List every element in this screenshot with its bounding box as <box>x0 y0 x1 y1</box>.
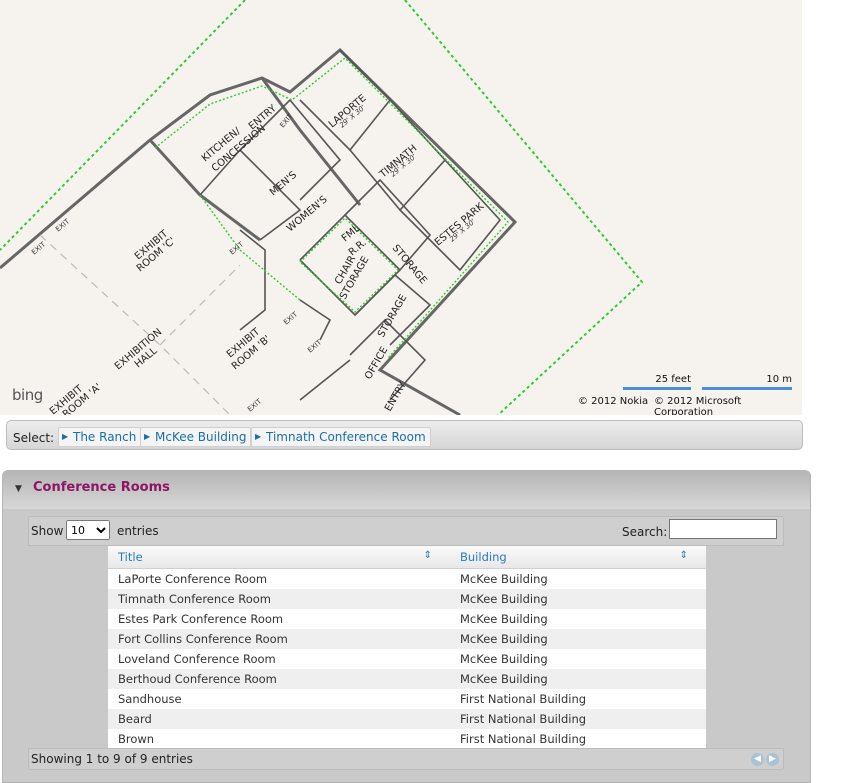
map-label-exit: EXIT <box>306 338 324 355</box>
scale-feet-label: 25 feet <box>655 374 691 385</box>
map-label-exit: EXIT <box>228 240 246 257</box>
column-building-label: Building <box>460 550 507 564</box>
sort-icon: ⇕ <box>423 550 432 561</box>
sort-icon: ⇕ <box>679 550 688 561</box>
copyright-nokia: © 2012 Nokia <box>578 396 649 407</box>
breadcrumb-label: Select: <box>13 431 55 445</box>
room-title-cell: Estes Park Conference Room <box>108 609 450 629</box>
building-cell: McKee Building <box>450 649 706 669</box>
map-label-storage-2: STORAGE <box>376 293 409 340</box>
table-row[interactable]: LaPorte Conference Room McKee Building <box>108 568 706 589</box>
building-cell: McKee Building <box>450 568 706 589</box>
search-input[interactable] <box>669 519 777 539</box>
scale-meters-label: 10 m <box>766 374 792 385</box>
table-row[interactable]: Berthoud Conference Room McKee Building <box>108 669 706 689</box>
breadcrumb-the-ranch[interactable]: ▶ The Ranch <box>58 427 142 447</box>
bing-logo: bing <box>12 386 43 404</box>
breadcrumb-item-label: Timnath Conference Room <box>266 430 426 444</box>
panel-header[interactable]: ▼ Conference Rooms <box>3 471 810 509</box>
entries-info: Showing 1 to 9 of 9 entries <box>31 752 193 766</box>
caret-right-icon: ▶ <box>144 432 151 441</box>
building-cell: McKee Building <box>450 609 706 629</box>
table-row[interactable]: Loveland Conference Room McKee Building <box>108 649 706 669</box>
map-label-estes-park: ESTES PARK <box>433 201 487 249</box>
room-title-cell: Timnath Conference Room <box>108 589 450 609</box>
caret-right-icon: ▶ <box>255 432 262 441</box>
entries-label: entries <box>117 524 159 538</box>
table-row[interactable]: Beard First National Building <box>108 709 706 729</box>
map-label-exit: EXIT <box>282 310 300 327</box>
floor-plan-map[interactable]: KITCHEN/ CONCESSION ENTRY LAPORTE 29' X … <box>0 0 802 415</box>
scale-bar-meters: 10 m <box>702 374 792 390</box>
scale-bar-feet: 25 feet <box>623 374 691 390</box>
table-footer: Showing 1 to 9 of 9 entries ◀ ▶ <box>28 748 784 770</box>
table-row[interactable]: Timnath Conference Room McKee Building <box>108 589 706 609</box>
search-label: Search: <box>622 525 668 539</box>
table-row[interactable]: Estes Park Conference Room McKee Building <box>108 609 706 629</box>
room-title-cell: Loveland Conference Room <box>108 649 450 669</box>
building-cell: McKee Building <box>450 589 706 609</box>
conference-rooms-table: Title ⇕ Building ⇕ LaPorte Conference Ro… <box>108 546 706 749</box>
breadcrumb-mckee-building[interactable]: ▶ McKee Building <box>140 427 252 447</box>
building-cell: McKee Building <box>450 669 706 689</box>
page-size-select[interactable]: 10 <box>66 520 110 540</box>
column-header-title[interactable]: Title ⇕ <box>108 546 450 569</box>
map-label-womens: WOMEN'S <box>285 194 330 234</box>
building-cell: First National Building <box>450 689 706 709</box>
map-label-exit: EXIT <box>246 397 264 414</box>
table-row[interactable]: Brown First National Building <box>108 729 706 749</box>
room-title-cell: Brown <box>108 729 450 749</box>
previous-page-icon[interactable]: ◀ <box>751 753 764 766</box>
room-title-cell: Fort Collins Conference Room <box>108 629 450 649</box>
breadcrumb-item-label: McKee Building <box>155 430 247 444</box>
room-title-cell: Beard <box>108 709 450 729</box>
copyright-microsoft: © 2012 Microsoft Corporation <box>654 396 742 415</box>
next-page-icon[interactable]: ▶ <box>766 753 779 766</box>
building-cell: First National Building <box>450 729 706 749</box>
breadcrumb-item-label: The Ranch <box>73 430 137 444</box>
map-label-entry-2: ENTRY <box>383 379 409 413</box>
panel-title: Conference Rooms <box>33 480 170 495</box>
building-cell: McKee Building <box>450 629 706 649</box>
map-label-exit: EXIT <box>30 240 48 257</box>
collapse-triangle-icon[interactable]: ▼ <box>15 484 22 494</box>
room-title-cell: Sandhouse <box>108 689 450 709</box>
caret-right-icon: ▶ <box>62 432 69 441</box>
table-toolbar: Show 10 entries Search: <box>28 516 784 546</box>
column-title-label: Title <box>118 550 143 564</box>
table-row[interactable]: Fort Collins Conference Room McKee Buildi… <box>108 629 706 649</box>
breadcrumb-timnath-room[interactable]: ▶ Timnath Conference Room <box>251 427 431 447</box>
building-cell: First National Building <box>450 709 706 729</box>
location-breadcrumb: Select: ▶ The Ranch ▶ McKee Building ▶ T… <box>6 420 803 450</box>
room-title-cell: LaPorte Conference Room <box>108 568 450 589</box>
conference-rooms-panel: ▼ Conference Rooms Show 10 entries Searc… <box>2 470 811 783</box>
table-row[interactable]: Sandhouse First National Building <box>108 689 706 709</box>
room-title-cell: Berthoud Conference Room <box>108 669 450 689</box>
show-label: Show <box>31 524 64 538</box>
column-header-building[interactable]: Building ⇕ <box>450 546 706 569</box>
floor-plan-drawing: KITCHEN/ CONCESSION ENTRY LAPORTE 29' X … <box>0 0 644 415</box>
